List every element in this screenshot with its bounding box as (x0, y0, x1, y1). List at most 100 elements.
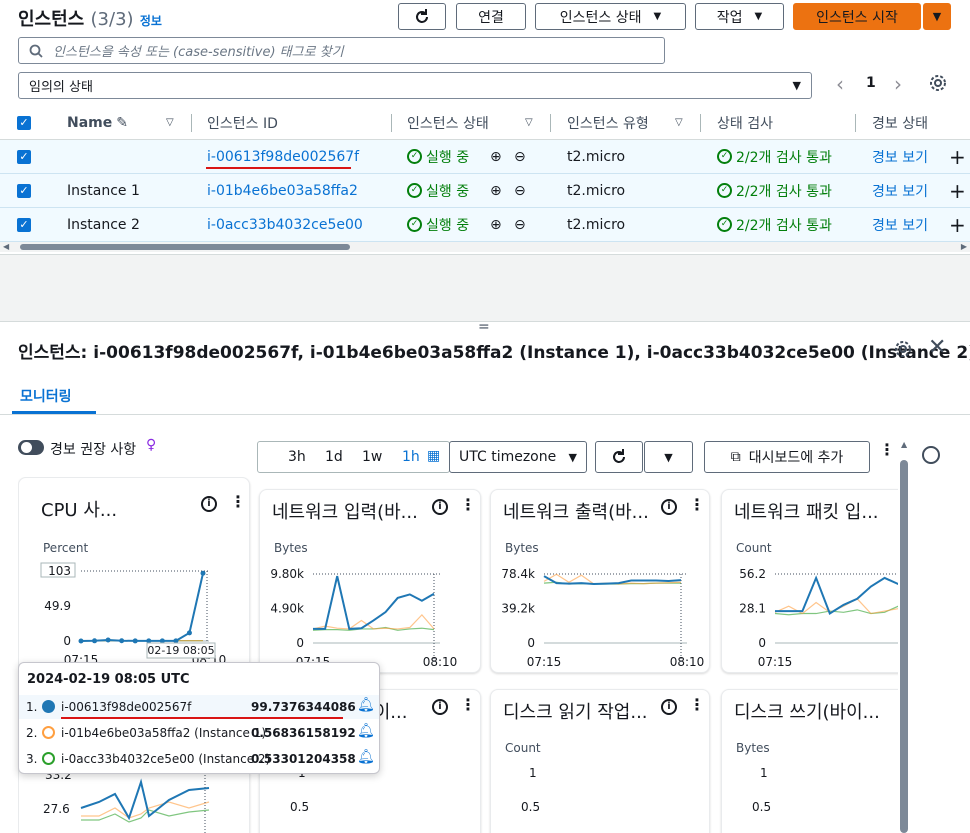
instance-state-button[interactable]: 인스턴스 상태 ▼ (535, 3, 686, 30)
table-row[interactable]: ✓ Instance 2 i-0acc33b4032ce5e00 ✓ 실행 중 ⊕… (0, 208, 970, 242)
scroll-left-icon[interactable]: ◀ (3, 242, 9, 251)
search-input[interactable]: 인스턴스을 속성 또는 (case-sensitive) 태그로 찾기 (18, 37, 665, 64)
add-icon[interactable]: + (949, 208, 966, 241)
row-checkbox[interactable]: ✓ (17, 174, 31, 207)
state-text: 실행 중 (426, 217, 470, 234)
y-tick-label: 4.90k (270, 602, 304, 616)
cloudwatch-icon[interactable] (922, 446, 940, 464)
zoom-in-icon[interactable]: ⊕ (490, 140, 502, 173)
view-alarms-link[interactable]: 경보 보기 (872, 174, 928, 207)
row-name: Instance 2 (67, 216, 140, 233)
zoom-in-icon[interactable]: ⊕ (490, 174, 502, 207)
card-menu-icon[interactable]: ⋮ (689, 697, 705, 713)
zoom-out-icon[interactable]: ⊖ (514, 208, 526, 241)
tooltip-row: 2. i-01b4e6be03a58ffa2 (Instance 1) 0.56… (19, 721, 379, 745)
add-icon[interactable]: + (949, 174, 966, 207)
tooltip-index: 2. (26, 726, 38, 740)
column-instance-state[interactable]: 인스턴스 상태 (407, 106, 489, 139)
scroll-right-icon[interactable]: ▶ (961, 242, 967, 251)
zoom-in-icon[interactable]: ⊕ (490, 208, 502, 241)
calendar-icon[interactable]: ▦ (427, 448, 440, 464)
add-to-dashboard-button[interactable]: ⧉ 대시보드에 추가 (704, 441, 870, 473)
sort-caret-icon[interactable]: ▽ (166, 106, 174, 139)
panel-settings-gear-icon[interactable] (894, 340, 912, 358)
view-alarms-link[interactable]: 경보 보기 (872, 140, 928, 173)
row-checkbox[interactable]: ✓ (17, 208, 31, 241)
chart-refresh-button[interactable] (595, 441, 643, 473)
page-number[interactable]: 1 (866, 75, 876, 91)
y-tick-label: 39.2k (501, 602, 535, 616)
actions-label: 작업 (716, 9, 743, 26)
sort-caret-icon[interactable]: ▽ (675, 106, 683, 139)
bell-icon[interactable]: 🔔︎ (357, 697, 375, 713)
column-instance-id[interactable]: 인스턴스 ID (207, 106, 278, 139)
y-tick-label: 0 (758, 636, 766, 650)
column-status-check[interactable]: 상태 검사 (717, 106, 773, 139)
range-3h[interactable]: 3h (288, 449, 306, 465)
refresh-options-button[interactable]: ▼ (644, 441, 693, 473)
actions-button[interactable]: 작업 ▼ (695, 3, 784, 30)
chart-card-network-in: 네트워크 입력(바... i ⋮ Bytes 9.80k4.90k007:150… (259, 489, 481, 673)
tooltip-value: 99.7376344086 (251, 700, 356, 714)
data-point (78, 638, 84, 644)
data-point (92, 638, 98, 644)
card-menu-icon[interactable]: ⋮ (460, 697, 476, 713)
y-tick-label: 9.80k (270, 567, 304, 581)
column-state-label: 인스턴스 상태 (407, 115, 489, 132)
alarm-recommendation-toggle[interactable] (18, 440, 44, 455)
instance-id-link[interactable]: i-01b4e6be03a58ffa2 (207, 174, 358, 207)
timezone-select[interactable]: UTC timezone ▼ (449, 441, 587, 473)
scrollbar-thumb[interactable] (900, 460, 908, 833)
add-icon[interactable]: + (949, 140, 966, 173)
connect-button[interactable]: 연결 (456, 3, 526, 30)
resize-handle-icon[interactable]: = (478, 320, 490, 334)
y-unit: Count (505, 741, 541, 755)
tooltip-label: i-00613f98de002567f (61, 700, 192, 714)
instance-id-link[interactable]: i-0acc33b4032ce5e00 (207, 208, 363, 241)
zoom-out-icon[interactable]: ⊖ (514, 140, 526, 173)
table-row[interactable]: ✓ i-00613f98de002567f ✓ 실행 중 ⊕ ⊖ t2.micro… (0, 140, 970, 174)
tab-monitoring[interactable]: 모니터링 (20, 386, 72, 406)
status-check: ✓ 2/2개 검사 통과 (717, 140, 832, 173)
info-icon[interactable]: i (661, 699, 677, 715)
edit-pencil-icon: ✎ (116, 114, 128, 131)
launch-instance-button[interactable]: 인스턴스 시작 (793, 3, 921, 30)
state-filter-select[interactable]: 임의의 상태 ▼ (18, 72, 812, 99)
tooltip-value: 0.53301204358 (251, 752, 356, 766)
y-tick: 0.5 (521, 800, 541, 814)
row-checkbox[interactable]: ✓ (17, 140, 31, 173)
tooltip-row: 3. i-0acc33b4032ce5e00 (Instance 2) 0.53… (19, 747, 379, 771)
view-alarms-link[interactable]: 경보 보기 (872, 208, 928, 241)
launch-dropdown-button[interactable]: ▼ (923, 3, 951, 30)
external-link-icon: ⧉ (730, 449, 741, 465)
table-row[interactable]: ✓ Instance 1 i-01b4e6be03a58ffa2 ✓ 실행 중 ⊕… (0, 174, 970, 208)
column-alarm-label: 경보 상태 (872, 115, 928, 132)
settings-gear-icon[interactable] (929, 74, 947, 92)
column-instance-type[interactable]: 인스턴스 유형 (567, 106, 649, 139)
info-icon[interactable]: i (432, 699, 448, 715)
range-1w[interactable]: 1w (362, 449, 382, 465)
range-1d[interactable]: 1d (325, 449, 343, 465)
range-1h[interactable]: 1h (402, 449, 420, 465)
scroll-up-icon[interactable]: ▲ (901, 440, 907, 449)
column-alarm-status[interactable]: 경보 상태 (872, 106, 928, 139)
next-page-icon[interactable]: › (894, 72, 902, 96)
bell-icon[interactable]: 🔔︎ (357, 749, 375, 765)
close-icon[interactable]: ✕ (928, 335, 946, 360)
scrollbar-thumb[interactable] (20, 244, 350, 250)
instance-state: ✓ 실행 중 (407, 208, 469, 241)
series-line (312, 613, 435, 630)
more-options-icon[interactable]: ⋮ (879, 442, 895, 458)
zoom-out-icon[interactable]: ⊖ (514, 174, 526, 207)
sort-caret-icon[interactable]: ▽ (525, 106, 533, 139)
column-name[interactable]: Name ✎ (67, 106, 128, 139)
refresh-button[interactable] (398, 3, 446, 30)
info-link[interactable]: 정보 (140, 14, 162, 28)
select-all-checkbox[interactable]: ✓ (17, 106, 31, 139)
instance-state-label: 인스턴스 상태 (559, 9, 642, 26)
horizontal-scrollbar[interactable]: ◀ ▶ (0, 242, 970, 252)
bell-icon[interactable]: 🔔︎ (357, 723, 375, 739)
vertical-scrollbar[interactable]: ▲ (899, 440, 911, 833)
prev-page-icon[interactable]: ‹ (836, 72, 844, 96)
caret-down-icon: ▼ (664, 450, 673, 464)
